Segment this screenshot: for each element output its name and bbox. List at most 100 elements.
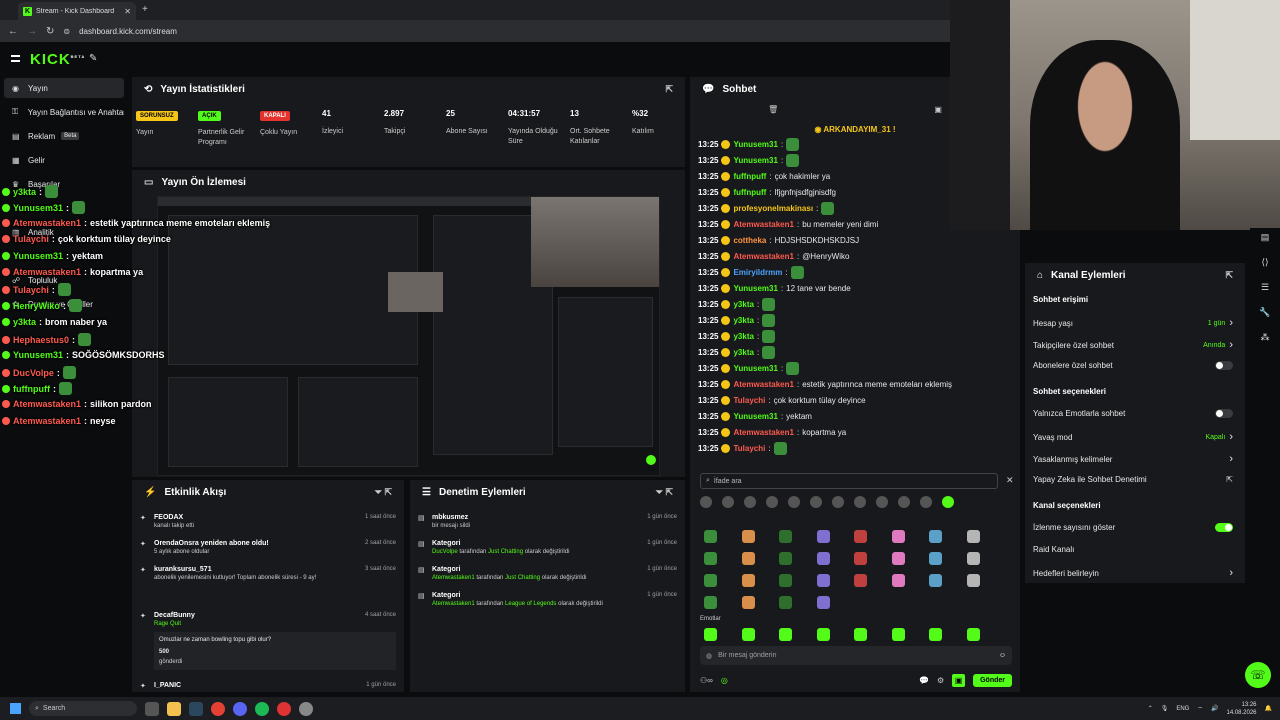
- filter-icon[interactable]: ⏷ ⇱: [375, 487, 392, 498]
- emote-search-input[interactable]: ⌕ İfade ara: [700, 473, 998, 489]
- emote-category-icon[interactable]: [722, 496, 734, 508]
- emote-category-icon[interactable]: [810, 496, 822, 508]
- sidebar-item-0[interactable]: ◉ Yayın: [4, 78, 124, 98]
- emote-category-icon[interactable]: [832, 496, 844, 508]
- preview-collapse-icon[interactable]: ▭: [144, 177, 153, 188]
- emote-icon[interactable]: [929, 628, 942, 641]
- emote-icon[interactable]: [966, 574, 980, 587]
- list-rail-icon[interactable]: ☰: [1261, 282, 1269, 293]
- forward-icon[interactable]: →: [27, 26, 37, 37]
- channel-setting-row[interactable]: Hesap yaşı 1 gün ›: [1033, 317, 1233, 329]
- chevron-up-icon[interactable]: ⌃: [1148, 705, 1153, 712]
- floating-chat-bubble-icon[interactable]: ☏: [1245, 662, 1271, 688]
- emote-icon[interactable]: [966, 552, 980, 565]
- kick-bot-icon[interactable]: ▣: [952, 673, 966, 687]
- expand-icon[interactable]: ⇱: [665, 84, 673, 95]
- chrome-icon[interactable]: [211, 701, 225, 716]
- emote-icon[interactable]: [854, 552, 867, 565]
- emote-icon[interactable]: [891, 628, 905, 641]
- emote-icon[interactable]: [816, 574, 830, 587]
- wifi-icon[interactable]: ⌔: [1197, 705, 1203, 713]
- expand-icon-2[interactable]: ⇱: [1225, 270, 1233, 281]
- emote-icon[interactable]: [891, 530, 905, 543]
- toggle-switch[interactable]: [1215, 361, 1233, 370]
- kick-logo[interactable]: KICKBETA: [30, 51, 85, 68]
- sidebar-item-3[interactable]: ▦ Gelir: [4, 150, 124, 170]
- emote-icon[interactable]: [779, 530, 792, 543]
- emote-icon[interactable]: [816, 628, 830, 641]
- emote-icon[interactable]: [816, 552, 830, 565]
- channel-setting-row[interactable]: Yavaş mod Kapalı ›: [1033, 431, 1233, 443]
- quick-emote-icon[interactable]: 💬: [919, 676, 929, 685]
- emote-icon[interactable]: [704, 574, 717, 587]
- url-field[interactable]: dashboard.kick.com/stream: [79, 27, 177, 36]
- browser-tab[interactable]: K Stream - Kick Dashboard ✕: [18, 2, 136, 20]
- menu-icon[interactable]: [11, 55, 20, 62]
- emote-category-icon[interactable]: [744, 496, 756, 508]
- emote-icon[interactable]: [741, 596, 755, 609]
- emote-icon[interactable]: [929, 574, 942, 587]
- emote-category-icon[interactable]: [942, 496, 954, 508]
- emote-icon[interactable]: [741, 574, 755, 587]
- emote-icon[interactable]: [929, 530, 942, 543]
- emote-icon[interactable]: [779, 574, 792, 587]
- clock[interactable]: 13:26 14.08.2026: [1226, 701, 1256, 717]
- notification-icon[interactable]: 🔔: [1265, 705, 1272, 712]
- channel-setting-row[interactable]: Hedefleri belirleyin ›: [1033, 567, 1233, 579]
- emote-icon[interactable]: [779, 552, 792, 565]
- spotify-icon[interactable]: [255, 701, 269, 716]
- toggle-switch[interactable]: [1215, 523, 1233, 532]
- emote-icon[interactable]: [966, 530, 980, 543]
- reload-icon[interactable]: ↻: [46, 26, 54, 37]
- emote-icon[interactable]: [854, 530, 867, 543]
- back-icon[interactable]: ←: [8, 26, 18, 37]
- close-tab-icon[interactable]: ✕: [124, 7, 131, 16]
- channel-setting-row[interactable]: Abonelere özel sohbet: [1033, 361, 1233, 370]
- trash-icon[interactable]: 🗑: [768, 105, 778, 119]
- emote-icon[interactable]: [929, 552, 942, 565]
- channel-setting-row[interactable]: Yalnızca Emotlarla sohbet: [1033, 409, 1233, 418]
- steam-icon[interactable]: [189, 701, 203, 716]
- settings-gear-icon[interactable]: ⚙: [937, 676, 944, 685]
- send-button[interactable]: Gönder: [973, 673, 1012, 687]
- channel-setting-row[interactable]: İzlenme sayısını göster: [1033, 523, 1233, 532]
- taskbar-search[interactable]: ⌕ Search: [29, 701, 137, 716]
- emote-category-icon[interactable]: [876, 496, 888, 508]
- emote-icon[interactable]: [854, 574, 867, 587]
- emote-category-icon[interactable]: [788, 496, 800, 508]
- toggle-switch[interactable]: [1215, 409, 1233, 418]
- emote-icon[interactable]: [891, 552, 905, 565]
- popout-chat-icon[interactable]: ▣: [934, 105, 942, 119]
- taskview-icon[interactable]: [145, 701, 159, 716]
- folder-icon[interactable]: [167, 701, 181, 716]
- chat-input[interactable]: ◍ Bir mesaj gönderin ☺: [700, 646, 1012, 665]
- emote-icon[interactable]: [741, 552, 755, 565]
- emote-icon[interactable]: [779, 628, 792, 641]
- emote-category-icon[interactable]: [898, 496, 910, 508]
- chat-rail-icon[interactable]: ▤: [1261, 232, 1270, 243]
- dots-rail-icon[interactable]: ⁂: [1261, 332, 1270, 343]
- lang-indicator[interactable]: ENG: [1176, 706, 1189, 712]
- windows-start-icon[interactable]: [10, 703, 21, 714]
- emote-icon[interactable]: [816, 596, 830, 609]
- emote-icon[interactable]: [854, 628, 867, 641]
- emote-category-icon[interactable]: [766, 496, 778, 508]
- infinity-icon[interactable]: ⚇∞: [700, 676, 713, 685]
- obs-icon[interactable]: [299, 701, 313, 716]
- emote-icon[interactable]: [966, 628, 980, 641]
- emote-icon[interactable]: [704, 596, 717, 609]
- site-info-icon[interactable]: ⊜: [63, 27, 70, 36]
- mic-icon[interactable]: 🎙: [1161, 705, 1169, 712]
- emote-icon[interactable]: [741, 628, 755, 641]
- filter-icon-2[interactable]: ⏷ ⇱: [656, 487, 673, 498]
- channel-setting-row[interactable]: Takipçilere özel sohbet Anında ›: [1033, 339, 1233, 351]
- pin-icon[interactable]: ✎: [89, 53, 97, 64]
- close-emote-icon[interactable]: ✕: [1006, 475, 1014, 486]
- code-rail-icon[interactable]: ⟨⟩: [1261, 257, 1268, 268]
- emote-category-icon[interactable]: [700, 496, 712, 508]
- discord-icon[interactable]: [233, 701, 247, 716]
- emote-category-icon[interactable]: [854, 496, 866, 508]
- emote-icon[interactable]: [704, 628, 717, 641]
- emote-icon[interactable]: [779, 596, 792, 609]
- emote-icon[interactable]: [704, 552, 717, 565]
